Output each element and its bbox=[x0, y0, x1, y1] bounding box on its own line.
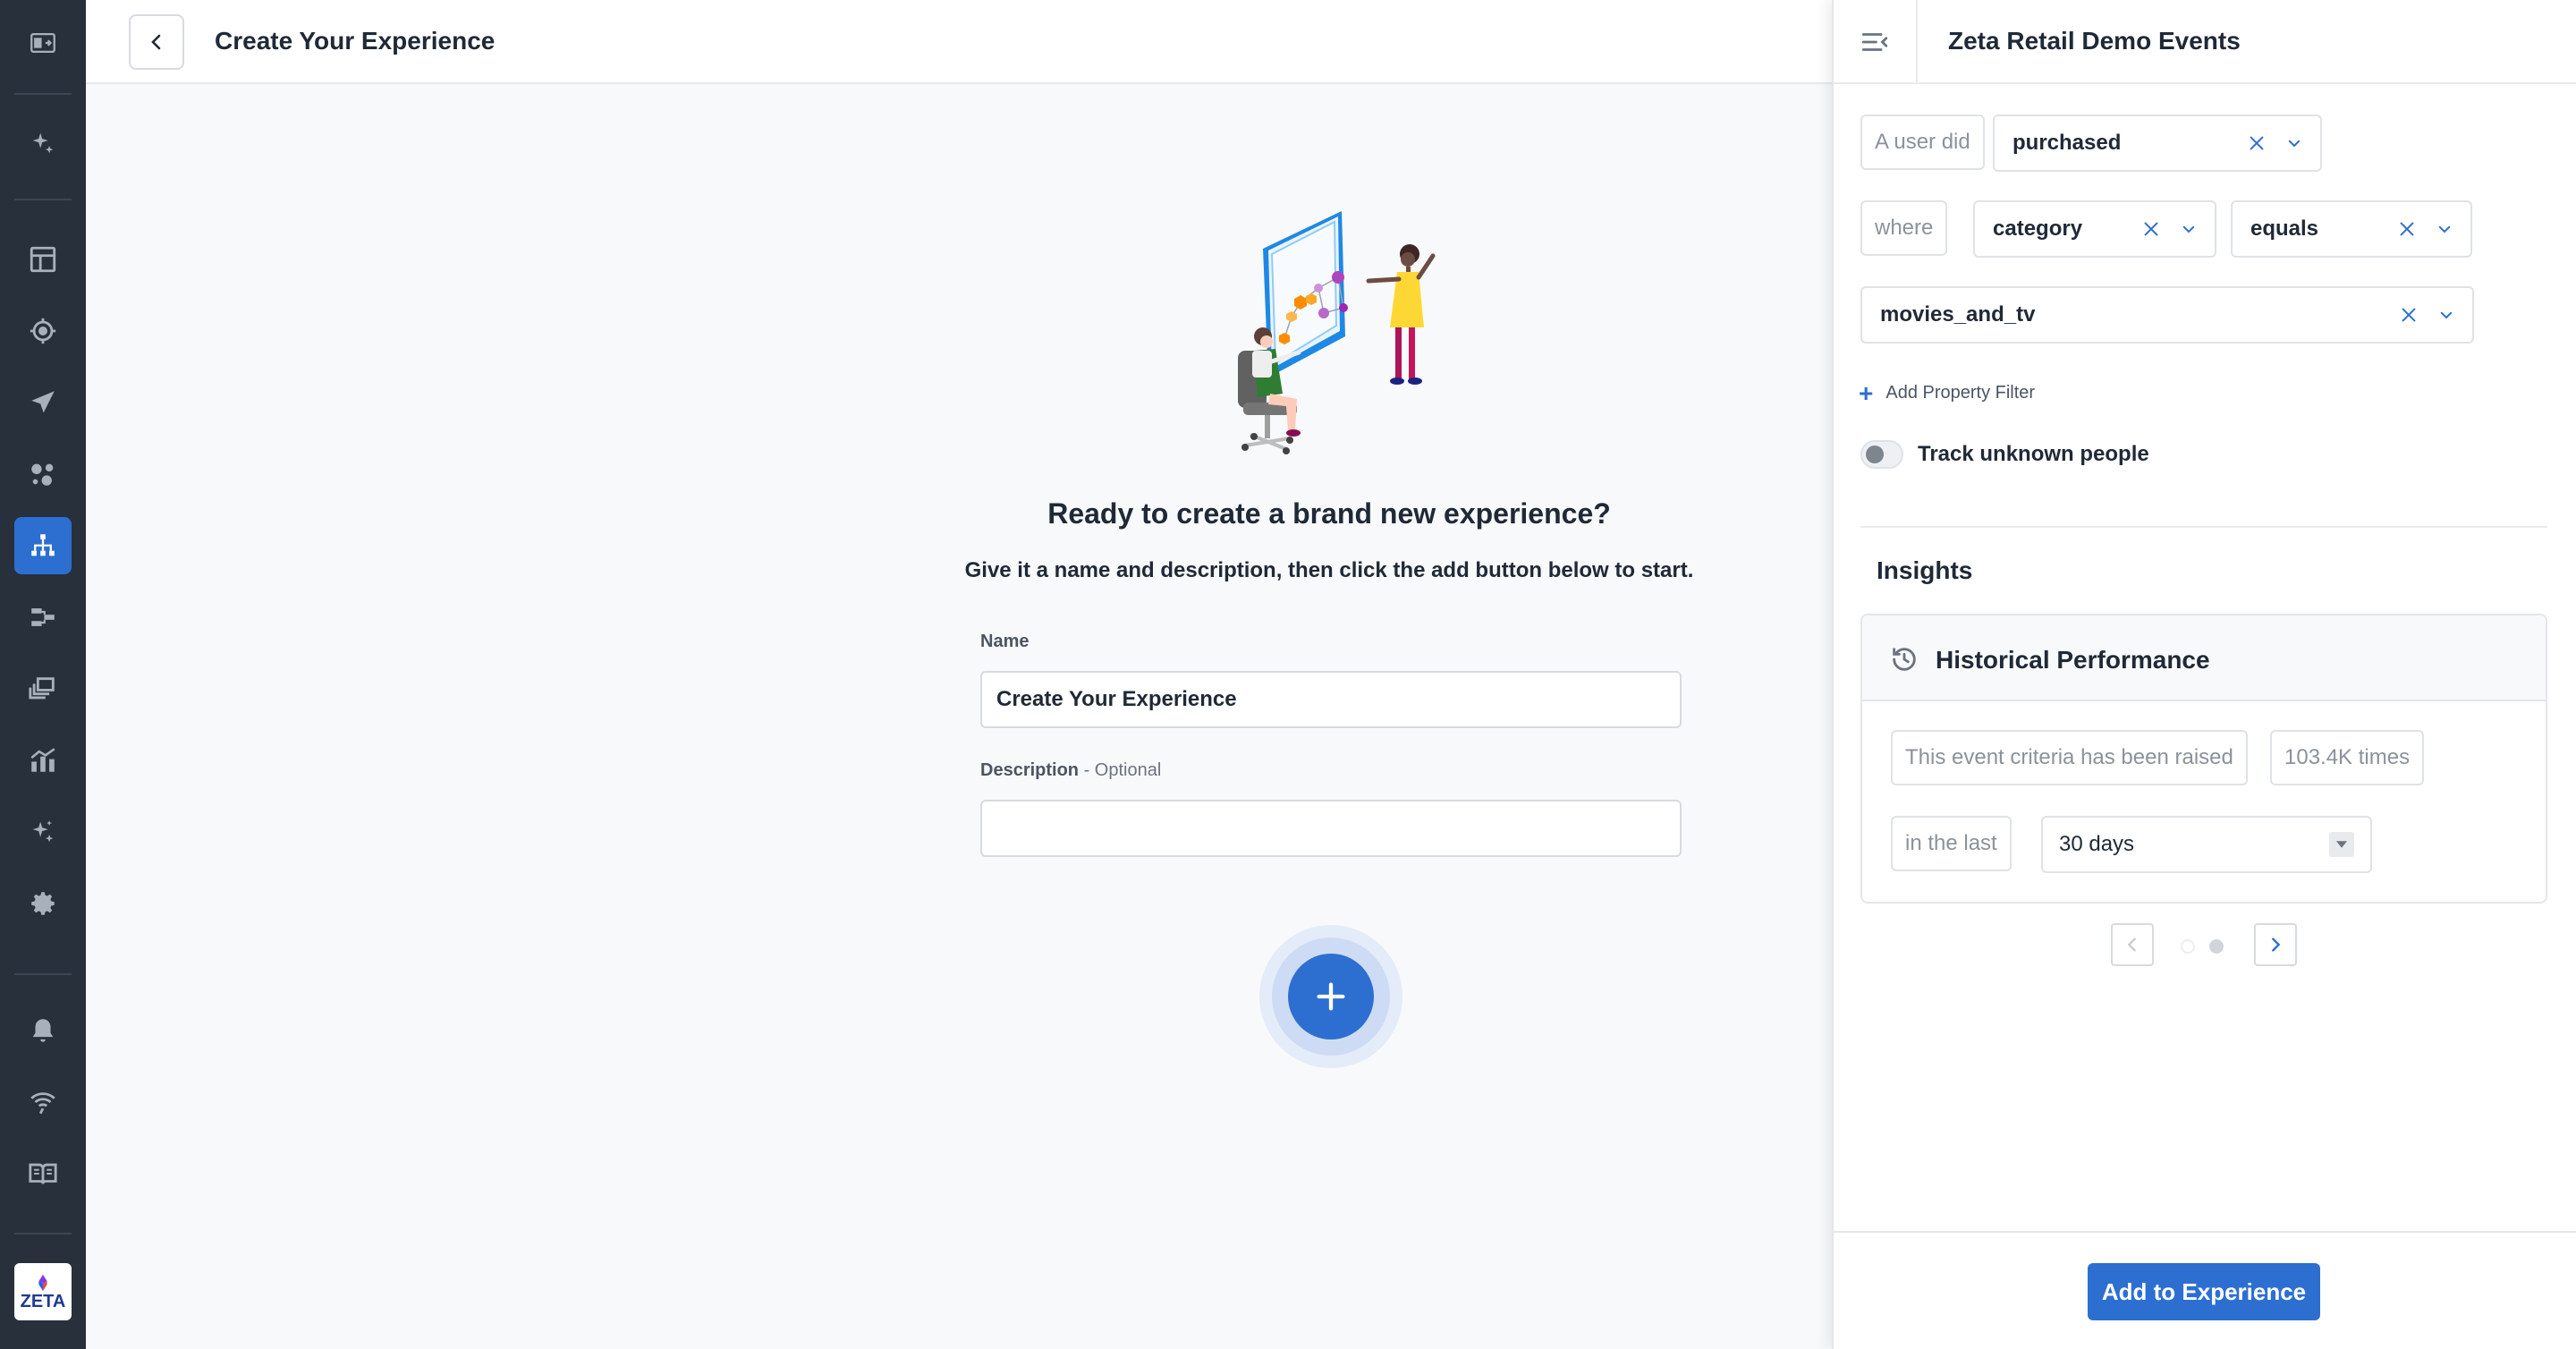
event-select[interactable]: purchased bbox=[1993, 115, 2322, 172]
period-dropdown-value: 30 days bbox=[2059, 832, 2135, 856]
content-stack-icon[interactable] bbox=[14, 660, 72, 717]
chevron-down-icon[interactable] bbox=[2286, 135, 2302, 151]
add-experience-button[interactable] bbox=[1288, 954, 1374, 1039]
flow-icon[interactable] bbox=[14, 589, 72, 646]
add-button-halo bbox=[1259, 925, 1402, 1068]
section-divider bbox=[1860, 526, 2547, 528]
empty-state-headline: Ready to create a brand new experience? bbox=[1047, 497, 1611, 530]
panel-title: Zeta Retail Demo Events bbox=[1948, 27, 2241, 55]
add-property-filter-link[interactable]: + Add Property Filter bbox=[1859, 378, 2036, 407]
panel-footer-divider bbox=[1832, 1231, 2576, 1233]
ai-sparkle-icon[interactable] bbox=[14, 803, 72, 861]
optional-hint: - Optional bbox=[1079, 760, 1162, 780]
value-select[interactable]: movies_and_tv bbox=[1860, 286, 2474, 344]
sidebar-divider bbox=[14, 1233, 72, 1234]
operator-select[interactable]: equals bbox=[2231, 200, 2472, 258]
panel-header: Zeta Retail Demo Events bbox=[1834, 0, 2576, 84]
zeta-mark-icon bbox=[38, 1274, 47, 1292]
toggle-knob bbox=[1866, 445, 1884, 463]
clear-icon[interactable] bbox=[2141, 219, 2161, 239]
pager-prev-button[interactable] bbox=[2111, 923, 2154, 966]
chevron-down-icon[interactable] bbox=[2181, 221, 2197, 237]
pager-dot-2[interactable] bbox=[2209, 939, 2224, 954]
analytics-icon[interactable] bbox=[14, 732, 72, 789]
back-button[interactable] bbox=[129, 14, 184, 70]
send-icon[interactable] bbox=[14, 374, 72, 431]
book-icon[interactable] bbox=[14, 1145, 72, 1202]
plus-icon: + bbox=[1859, 378, 1874, 407]
sidebar-divider bbox=[14, 199, 72, 200]
count-chip: 103.4K times bbox=[2270, 730, 2425, 785]
logo-text: ZETA bbox=[20, 1292, 66, 1311]
value-select-value: movies_and_tv bbox=[1880, 302, 2036, 327]
empty-state-subline: Give it a name and description, then cli… bbox=[964, 558, 1694, 582]
pager-next-button[interactable] bbox=[2254, 923, 2297, 966]
name-label: Name bbox=[980, 632, 1030, 651]
operator-select-value: equals bbox=[2250, 216, 2319, 241]
bell-icon[interactable] bbox=[14, 1002, 72, 1059]
insights-heading: Insights bbox=[1877, 556, 1973, 584]
clear-icon[interactable] bbox=[2247, 133, 2267, 153]
add-property-filter-label: Add Property Filter bbox=[1885, 383, 2036, 403]
chevron-right-icon bbox=[2272, 938, 2281, 952]
user-did-chip: A user did bbox=[1860, 115, 1985, 170]
where-chip: where bbox=[1860, 200, 1948, 256]
experience-illustration-icon bbox=[1238, 211, 1436, 454]
top-header: Create Your Experience bbox=[86, 0, 1834, 84]
chevron-down-icon[interactable] bbox=[2438, 307, 2454, 323]
clear-icon[interactable] bbox=[2397, 219, 2417, 239]
page-title: Create Your Experience bbox=[215, 27, 496, 55]
sidebar-divider bbox=[14, 93, 72, 95]
dashboard-icon[interactable] bbox=[14, 231, 72, 288]
gear-icon[interactable] bbox=[14, 875, 72, 932]
clear-icon[interactable] bbox=[2399, 305, 2419, 325]
plus-icon bbox=[1317, 982, 1345, 1011]
description-label: Description - Optional bbox=[980, 760, 1161, 781]
history-icon bbox=[1893, 648, 1916, 671]
name-input[interactable] bbox=[980, 671, 1682, 728]
collapse-nav-icon[interactable] bbox=[14, 14, 72, 72]
target-icon[interactable] bbox=[14, 302, 72, 360]
add-button-ring bbox=[1272, 938, 1390, 1056]
sidebar: ZETA bbox=[0, 0, 86, 1349]
collapse-panel-button[interactable] bbox=[1834, 0, 1918, 84]
zeta-logo[interactable]: ZETA bbox=[14, 1263, 72, 1320]
criteria-raised-chip: This event criteria has been raised bbox=[1891, 730, 2248, 785]
segments-icon[interactable] bbox=[14, 445, 72, 503]
description-label-text: Description bbox=[980, 760, 1080, 780]
add-to-experience-button[interactable]: Add to Experience bbox=[2088, 1263, 2320, 1320]
property-select-value: category bbox=[1993, 216, 2083, 241]
sparkle-icon[interactable] bbox=[14, 115, 72, 172]
track-unknown-toggle[interactable] bbox=[1860, 440, 1903, 469]
event-select-value: purchased bbox=[2012, 131, 2122, 155]
pager-dot-1[interactable] bbox=[2181, 939, 2195, 954]
sidebar-divider bbox=[14, 973, 72, 975]
chevron-left-icon bbox=[2127, 938, 2136, 952]
property-select[interactable]: category bbox=[1973, 200, 2216, 258]
collapse-menu-icon bbox=[1861, 33, 1888, 51]
track-unknown-label: Track unknown people bbox=[1918, 442, 2149, 466]
hierarchy-icon[interactable] bbox=[14, 517, 72, 574]
period-dropdown[interactable]: 30 days bbox=[2041, 816, 2372, 873]
caret-down-icon bbox=[2329, 832, 2354, 857]
broadcast-icon[interactable] bbox=[14, 1073, 72, 1131]
chevron-down-icon[interactable] bbox=[2436, 221, 2453, 237]
card-header: Historical Performance bbox=[1862, 615, 2546, 701]
card-title: Historical Performance bbox=[1936, 646, 2210, 674]
in-the-last-chip: in the last bbox=[1891, 816, 2012, 871]
chevron-left-icon bbox=[151, 34, 161, 50]
description-input[interactable] bbox=[980, 800, 1682, 857]
